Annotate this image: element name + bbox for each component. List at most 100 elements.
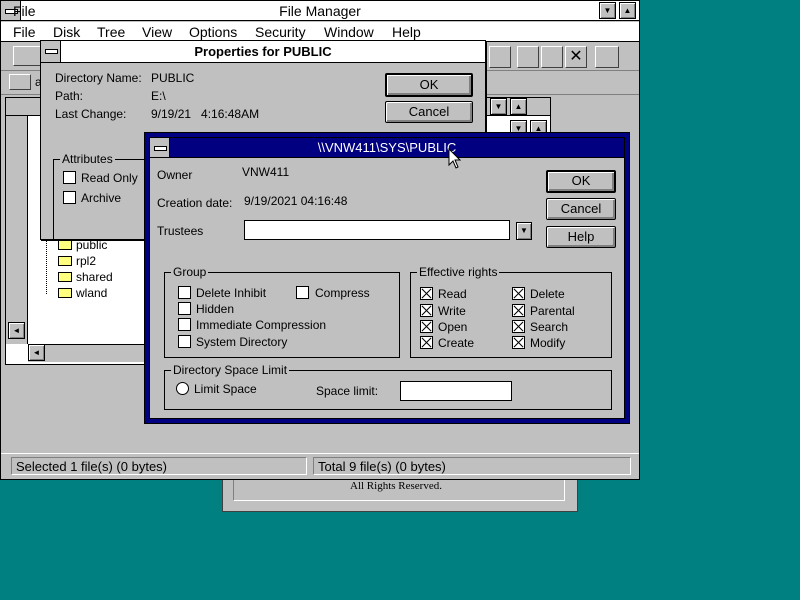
trustees-label: Trustees — [157, 224, 204, 238]
folder-icon-shared[interactable] — [58, 272, 72, 282]
status-total-text: Total 9 file(s) (0 bytes) — [318, 459, 446, 474]
write-right-checkbox[interactable] — [420, 304, 433, 317]
menu-view[interactable]: View — [142, 24, 172, 40]
tree-vscrollbar[interactable] — [6, 116, 28, 344]
netware-ok-button[interactable]: OK — [546, 170, 616, 193]
tree-maximize-button[interactable]: ▲ — [510, 98, 527, 115]
parental-right-checkbox[interactable] — [512, 304, 525, 317]
directory-name-value: PUBLIC — [151, 71, 195, 85]
compress-checkbox[interactable] — [296, 286, 309, 299]
read-only-checkbox[interactable] — [63, 171, 76, 184]
owner-value: VNW411 — [242, 165, 290, 179]
effective-rights-label: Effective rights — [417, 265, 500, 279]
netware-help-button[interactable]: Help — [546, 226, 616, 248]
delete-inhibit-label[interactable]: Delete Inhibit — [196, 286, 266, 300]
toolbar-delete-icon[interactable]: ✕ — [565, 46, 587, 68]
creation-date-label: Creation date: — [157, 196, 233, 210]
open-right-label[interactable]: Open — [438, 320, 467, 334]
trustees-dropdown-arrow-icon[interactable]: ▼ — [516, 222, 532, 240]
netware-titlebar[interactable]: \\VNW411\SYS\PUBLIC — [150, 138, 624, 158]
read-right-label[interactable]: Read — [438, 287, 467, 301]
file-manager-titlebar[interactable]: File Manager ▼ ▲ — [1, 1, 639, 21]
owner-label: Owner — [157, 168, 193, 182]
archive-checkbox[interactable] — [63, 191, 76, 204]
create-right-checkbox[interactable] — [420, 336, 433, 349]
menu-file[interactable]: File — [13, 24, 36, 40]
delete-right-label[interactable]: Delete — [530, 287, 565, 301]
creation-date-value: 9/19/2021 04:16:48 — [244, 194, 348, 208]
maximize-button[interactable]: ▲ — [619, 2, 636, 19]
tree-item-public[interactable]: public — [76, 238, 107, 252]
netware-cancel-button[interactable]: Cancel — [546, 198, 616, 220]
properties-ok-button[interactable]: OK — [385, 73, 473, 97]
file-manager-title: File Manager — [279, 3, 361, 19]
menu-security[interactable]: Security — [255, 24, 306, 40]
folder-icon-public[interactable] — [58, 240, 72, 250]
status-bar: Selected 1 file(s) (0 bytes) Total 9 fil… — [1, 453, 639, 479]
limit-space-label[interactable]: Limit Space — [194, 382, 257, 396]
write-right-label[interactable]: Write — [438, 304, 466, 318]
read-right-checkbox[interactable] — [420, 287, 433, 300]
system-directory-label[interactable]: System Directory — [196, 335, 287, 349]
delete-right-checkbox[interactable] — [512, 287, 525, 300]
folder-icon-rpl2[interactable] — [58, 256, 72, 266]
menu-bar-row: File Disk Tree View Options Security Win… — [1, 22, 639, 42]
read-only-label[interactable]: Read Only — [81, 171, 138, 185]
netware-title: \\VNW411\SYS\PUBLIC — [317, 140, 457, 155]
menu-help[interactable]: Help — [392, 24, 421, 40]
menu-file[interactable]: File — [13, 3, 36, 19]
parental-right-label[interactable]: Parental — [530, 304, 575, 318]
immediate-compression-label[interactable]: Immediate Compression — [196, 318, 326, 332]
background-window-panel: All Rights Reserved. — [233, 479, 565, 501]
tree-minimize-button[interactable]: ▼ — [490, 98, 507, 115]
tree-item-wland[interactable]: wland — [76, 286, 107, 300]
limit-space-radio[interactable] — [176, 382, 189, 395]
last-change-value: 9/19/21 4:16:48AM — [151, 107, 260, 121]
search-right-checkbox[interactable] — [512, 320, 525, 333]
menu-window[interactable]: Window — [324, 24, 374, 40]
system-directory-checkbox[interactable] — [178, 335, 191, 348]
space-limit-label: Space limit: — [316, 384, 379, 398]
tree-item-shared[interactable]: shared — [76, 270, 113, 284]
minimize-button[interactable]: ▼ — [599, 2, 616, 19]
tree-item-rpl2[interactable]: rpl2 — [76, 254, 96, 268]
archive-label[interactable]: Archive — [81, 191, 121, 205]
properties-title: Properties for PUBLIC — [194, 44, 332, 59]
immediate-compression-checkbox[interactable] — [178, 318, 191, 331]
modify-right-label[interactable]: Modify — [530, 336, 565, 350]
scroll-left-button[interactable]: ◄ — [28, 344, 45, 361]
folder-icon-wland[interactable] — [58, 288, 72, 298]
drive-icon[interactable] — [9, 74, 31, 90]
open-right-checkbox[interactable] — [420, 320, 433, 333]
netware-dialog: \\VNW411\SYS\PUBLIC Owner VNW411 Creatio… — [144, 132, 630, 424]
trustees-dropdown[interactable] — [244, 220, 510, 240]
toolbar-copy-icon[interactable] — [489, 46, 511, 68]
path-value: E:\ — [151, 89, 166, 103]
properties-titlebar[interactable]: Properties for PUBLIC — [41, 41, 485, 63]
copyright-text: All Rights Reserved. — [350, 480, 442, 492]
last-change-label: Last Change: — [55, 107, 127, 121]
menu-tree[interactable]: Tree — [97, 24, 125, 40]
mouse-cursor-icon — [448, 148, 462, 169]
path-label: Path: — [55, 89, 84, 103]
modify-right-checkbox[interactable] — [512, 336, 525, 349]
compress-label[interactable]: Compress — [315, 286, 370, 300]
menu-disk[interactable]: Disk — [53, 24, 80, 40]
status-selected-text: Selected 1 file(s) (0 bytes) — [16, 459, 168, 474]
status-left: Selected 1 file(s) (0 bytes) — [11, 457, 307, 475]
menu-options[interactable]: Options — [189, 24, 237, 40]
space-limit-input[interactable] — [400, 381, 512, 401]
create-right-label[interactable]: Create — [438, 336, 474, 350]
search-right-label[interactable]: Search — [530, 320, 568, 334]
space-limit-group-label: Directory Space Limit — [171, 363, 290, 377]
hidden-checkbox[interactable] — [178, 302, 191, 315]
toolbar-paste2-icon[interactable] — [541, 46, 563, 68]
toolbar-paste-icon[interactable] — [517, 46, 539, 68]
toolbar-help-icon[interactable] — [595, 46, 619, 68]
scroll-left-lower-button[interactable]: ◄ — [8, 322, 25, 339]
properties-cancel-button[interactable]: Cancel — [385, 101, 473, 123]
group-box-label: Group — [171, 265, 209, 279]
drive-select-icon[interactable] — [13, 46, 41, 66]
delete-inhibit-checkbox[interactable] — [178, 286, 191, 299]
hidden-label[interactable]: Hidden — [196, 302, 234, 316]
